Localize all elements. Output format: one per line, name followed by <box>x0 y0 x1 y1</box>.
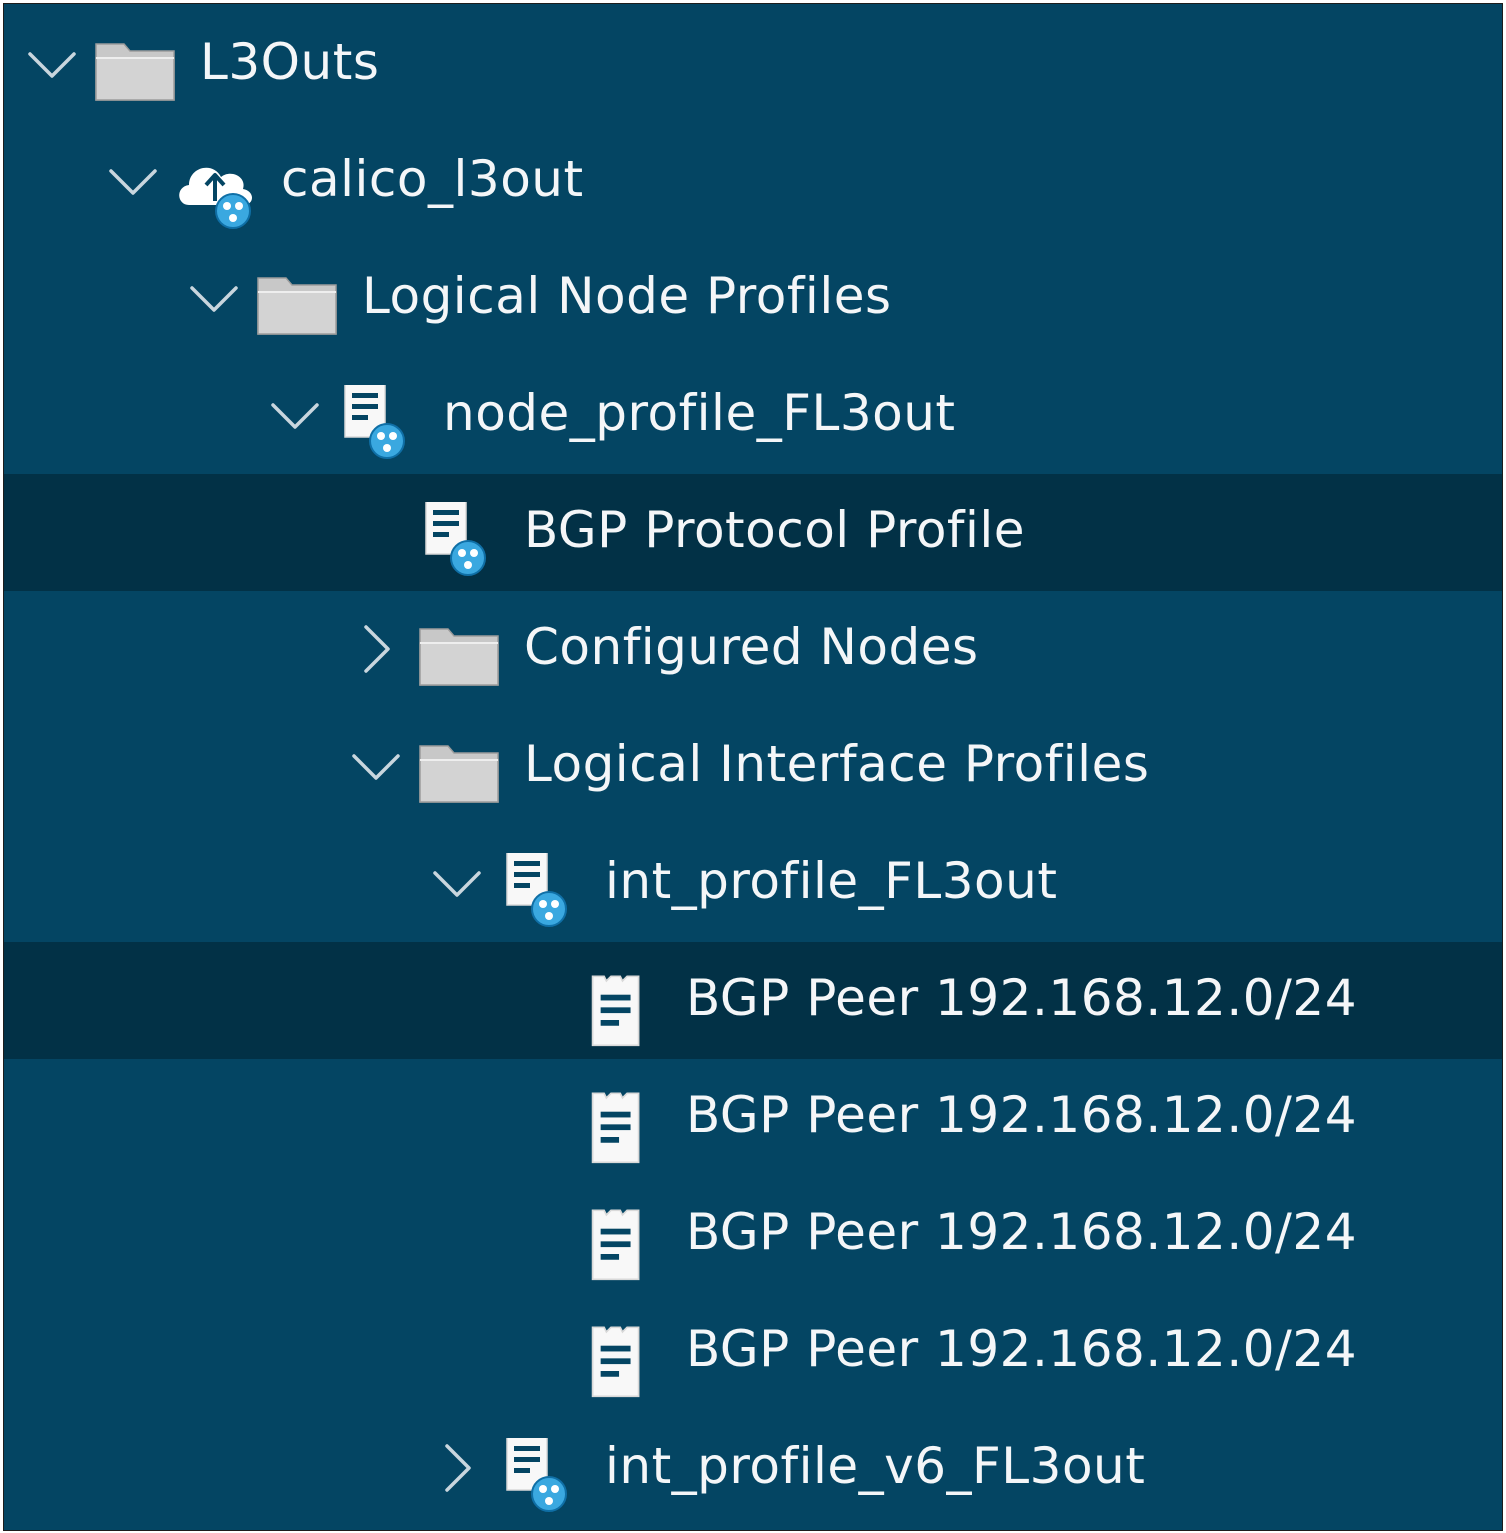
chevron-right-icon[interactable] <box>346 619 406 679</box>
chevron-down-icon[interactable] <box>427 853 487 913</box>
tree-row[interactable]: BGP Peer 192.168.12.0/24 <box>4 942 1502 1059</box>
tree-item-label: BGP Peer 192.168.12.0/24 <box>686 1203 1358 1261</box>
tree-item-label: Logical Node Profiles <box>362 267 892 325</box>
chevron-down-icon[interactable] <box>103 151 163 211</box>
tree-item-label: BGP Protocol Profile <box>524 501 1026 559</box>
profile-document-icon <box>499 853 583 937</box>
tree-row[interactable]: L3Outs <box>4 6 1502 123</box>
chevron-down-icon[interactable] <box>184 268 244 328</box>
tree-item-label: Logical Interface Profiles <box>524 735 1150 793</box>
folder-icon <box>418 619 502 703</box>
chevron-right-icon[interactable] <box>427 1438 487 1498</box>
profile-document-icon <box>418 502 502 586</box>
tree-row[interactable]: Configured Nodes <box>4 591 1502 708</box>
profile-document-icon <box>499 1438 583 1522</box>
navigation-tree-panel: L3Outs calico_l3out Logical Node Profiles n… <box>3 3 1503 1531</box>
tree-item-label: calico_l3out <box>281 150 584 208</box>
document-icon <box>580 1321 664 1405</box>
tree-item-label: BGP Peer 192.168.12.0/24 <box>686 1086 1358 1144</box>
profile-document-icon <box>337 385 421 469</box>
folder-icon <box>418 736 502 820</box>
tree-item-label: node_profile_FL3out <box>443 384 956 442</box>
chevron-down-icon[interactable] <box>346 736 406 796</box>
tree-row[interactable]: int_profile_FL3out <box>4 825 1502 942</box>
tree-item-label: Configured Nodes <box>524 618 979 676</box>
tree-row[interactable]: BGP Protocol Profile <box>4 474 1502 591</box>
tree-row[interactable]: calico_l3out <box>4 123 1502 240</box>
tree-item-label: L3Outs <box>200 33 380 91</box>
tree-row[interactable]: Logical Node Profiles <box>4 240 1502 357</box>
tree-row[interactable]: node_profile_FL3out <box>4 357 1502 474</box>
tree-row[interactable]: int_profile_v6_FL3out <box>4 1410 1502 1527</box>
cloud-upload-icon <box>175 151 259 235</box>
chevron-down-icon[interactable] <box>22 34 82 94</box>
folder-icon <box>94 34 178 118</box>
document-icon <box>580 1087 664 1171</box>
tree-item-label: BGP Peer 192.168.12.0/24 <box>686 1320 1358 1378</box>
tree-item-label: BGP Peer 192.168.12.0/24 <box>686 969 1358 1027</box>
document-icon <box>580 970 664 1054</box>
tree-row[interactable]: Logical Interface Profiles <box>4 708 1502 825</box>
document-icon <box>580 1204 664 1288</box>
folder-icon <box>256 268 340 352</box>
tree-item-label: int_profile_FL3out <box>605 852 1058 910</box>
tree-item-label: int_profile_v6_FL3out <box>605 1437 1146 1495</box>
tree-row[interactable]: BGP Peer 192.168.12.0/24 <box>4 1176 1502 1293</box>
tree-row[interactable]: BGP Peer 192.168.12.0/24 <box>4 1293 1502 1410</box>
tree-row[interactable]: BGP Peer 192.168.12.0/24 <box>4 1059 1502 1176</box>
chevron-down-icon[interactable] <box>265 385 325 445</box>
